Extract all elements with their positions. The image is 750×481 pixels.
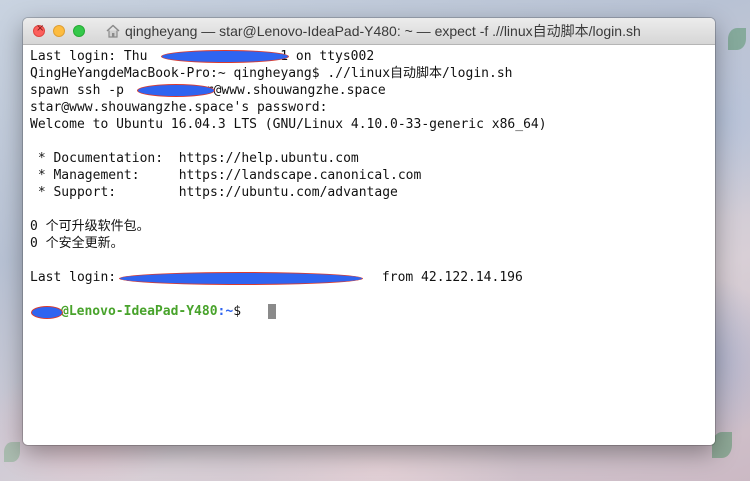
terminal-line: * Documentation: https://help.ubuntu.com <box>30 151 359 166</box>
title-bar[interactable]: × qingheyang — star@Lenovo-IdeaPad-Y480:… <box>23 18 715 45</box>
terminal-line: 0 个可升级软件包。 <box>30 219 150 234</box>
terminal-window[interactable]: × qingheyang — star@Lenovo-IdeaPad-Y480:… <box>23 18 715 445</box>
terminal-line: QingHeYangdeMacBook-Pro:~ qingheyang$ ./… <box>30 66 513 81</box>
line-text: Last login: Thu <box>30 49 156 64</box>
text-cursor <box>268 304 276 319</box>
window-title: qingheyang — star@Lenovo-IdeaPad-Y480: ~… <box>125 23 641 39</box>
wallpaper-leaf <box>4 442 20 462</box>
line-text: Last login: <box>30 270 124 285</box>
prompt-path: :~ <box>217 304 234 319</box>
prompt-symbol: $ <box>233 304 249 319</box>
minimize-button[interactable] <box>53 25 65 37</box>
terminal-output[interactable]: Last login: Thu 1 on ttys002 QingHeYangd… <box>23 45 715 445</box>
line-text: r@www.shouwangzhe.space <box>205 83 386 98</box>
wallpaper-leaf <box>712 432 732 458</box>
line-text: from 42.122.14.196 <box>381 270 523 285</box>
terminal-line: star@www.shouwangzhe.space's password: <box>30 100 328 115</box>
redaction-mark <box>31 306 63 319</box>
line-text: spawn ssh -p <box>30 83 132 98</box>
close-button[interactable]: × <box>33 23 45 37</box>
terminal-line: * Support: https://ubuntu.com/advantage <box>30 185 398 200</box>
redaction-mark <box>119 272 363 285</box>
close-icon: × <box>36 23 45 34</box>
zoom-button[interactable] <box>73 25 85 37</box>
redaction-mark <box>137 84 215 97</box>
terminal-line: Welcome to Ubuntu 16.04.3 LTS (GNU/Linux… <box>30 117 547 132</box>
home-icon <box>106 24 120 38</box>
terminal-line: 0 个安全更新。 <box>30 236 124 251</box>
wallpaper-leaf <box>728 28 746 50</box>
line-text: 1 on ttys002 <box>280 49 375 64</box>
terminal-line: * Management: https://landscape.canonica… <box>30 168 422 183</box>
prompt-host: @Lenovo-IdeaPad-Y480 <box>61 304 218 319</box>
redaction-mark <box>161 50 289 63</box>
